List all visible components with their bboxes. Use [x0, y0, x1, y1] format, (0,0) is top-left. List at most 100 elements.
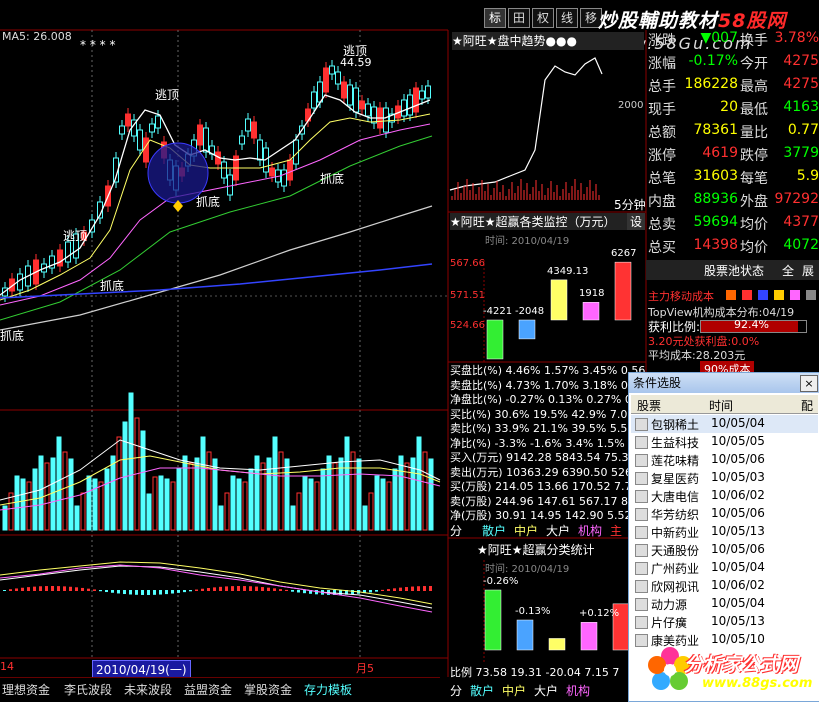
category-footer-3: 机构 — [566, 684, 591, 698]
screener-row[interactable]: 复星医药 10/05/03 — [631, 469, 818, 487]
category-bar-label-3: +0.12% — [579, 608, 620, 620]
candle-body — [221, 161, 227, 179]
category-bar-label-0: -0.26% — [483, 576, 519, 587]
volume-bar — [314, 481, 320, 531]
cost-icon-3[interactable] — [758, 290, 768, 300]
candle-body — [281, 169, 287, 187]
indicator-tab-3[interactable]: 益盟资金 — [184, 681, 232, 698]
volume-bar — [368, 492, 374, 531]
indicator-tab-1[interactable]: 李氏波段 — [64, 681, 112, 698]
intraday-title: ★阿旺★盘中趋势●●● — [452, 32, 644, 50]
column-match[interactable]: 配 — [801, 397, 813, 414]
right-marker: 月5 — [356, 662, 374, 675]
candle-body — [383, 107, 389, 133]
intraday-price-line — [449, 57, 603, 191]
volume-bar — [380, 478, 386, 531]
volume-bar — [362, 505, 368, 531]
monitor-title: ★阿旺★超赢各类监控（万元） — [450, 213, 628, 230]
candle-body — [269, 167, 275, 177]
monitor-settings-button[interactable]: 设 — [627, 213, 645, 230]
macd-bar — [165, 590, 168, 595]
screener-row[interactable]: 大唐电信 10/06/02 — [631, 487, 818, 505]
stats-footer-0: 散户 — [482, 524, 507, 538]
monitor-bar-4 — [614, 261, 632, 321]
screener-stock-date: 10/05/06 — [711, 506, 765, 520]
stock-icon — [635, 544, 648, 557]
quote-value-b: 4072 — [783, 237, 819, 253]
macd-bar — [27, 587, 30, 591]
screener-stock-name: 天通股份 — [651, 544, 700, 558]
cost-icon-4[interactable] — [774, 290, 784, 300]
annotation-bottom-catch-3: 抓底 — [100, 279, 125, 293]
close-icon[interactable]: × — [800, 375, 818, 392]
screener-row[interactable]: 莲花味精 10/05/06 — [631, 451, 818, 469]
cost-icon-6[interactable] — [806, 290, 816, 300]
screener-row[interactable]: 华芳纺织 10/05/06 — [631, 505, 818, 523]
candle-body — [125, 113, 131, 127]
volume-bar — [308, 478, 314, 531]
quote-label-a: 总笔 — [648, 171, 676, 187]
screener-row[interactable]: 生益科技 10/05/05 — [631, 433, 818, 451]
screener-row[interactable]: 欣网视讯 10/06/02 — [631, 577, 818, 595]
monitor-bar-label-3: 1918 — [579, 288, 605, 300]
macd-bar — [285, 589, 288, 591]
indicator-tab-4[interactable]: 掌股资金 — [244, 681, 292, 698]
stats-footer-3: 机构 — [578, 524, 603, 538]
cost-icon-2[interactable] — [742, 290, 752, 300]
quote-label-b: 今开 — [740, 56, 768, 72]
column-stock[interactable]: 股票 — [637, 397, 661, 414]
ma-line-blue — [0, 263, 433, 299]
screener-row[interactable]: 动力源 10/05/04 — [631, 595, 818, 613]
volume-bar — [332, 462, 338, 531]
pool-expand-button[interactable]: 展 — [802, 262, 814, 279]
volume-bar — [170, 481, 176, 531]
indicator-tab-5[interactable]: 存力模板 — [304, 681, 352, 698]
screener-row[interactable]: 天通股份 10/05/06 — [631, 541, 818, 559]
volume-bar — [140, 430, 146, 531]
volume-bar — [386, 481, 392, 531]
indicator-tab-2[interactable]: 未来波段 — [124, 681, 172, 698]
macd-bar — [105, 590, 108, 593]
cost-icon-1[interactable] — [726, 290, 736, 300]
volume-bar — [200, 436, 206, 531]
macd-bar — [273, 588, 276, 591]
volume-bar — [8, 492, 14, 531]
screener-stock-name: 动力源 — [651, 598, 688, 612]
volume-bar — [392, 468, 398, 531]
category-footer-0: 散户 — [470, 684, 495, 698]
screener-row[interactable]: 中新药业 10/05/13 — [631, 523, 818, 541]
quote-label-b: 最高 — [740, 79, 768, 95]
cost-icon-5[interactable] — [790, 290, 800, 300]
pool-all-button[interactable]: 全 — [782, 262, 794, 279]
candle-body — [143, 137, 149, 163]
column-time[interactable]: 时间 — [709, 397, 733, 414]
screener-row[interactable]: 片仔癀 10/05/13 — [631, 613, 818, 631]
macd-bar — [45, 586, 48, 591]
macd-bar — [195, 589, 198, 591]
indicator-tab-0[interactable]: 理想资金 — [2, 681, 50, 698]
quote-value-b: 4377 — [783, 214, 819, 230]
volume-bar — [86, 475, 92, 531]
stock-icon — [635, 436, 648, 449]
profit-ratio-value: 92.4% — [734, 318, 769, 331]
screener-stock-name: 欣网视讯 — [651, 580, 700, 594]
screener-row[interactable]: 包钢稀土 10/05/04 — [631, 415, 818, 433]
stats-footer-2: 大户 — [546, 524, 571, 538]
candle-body — [257, 139, 263, 161]
site-logo: 分析家公式网 www.88gs.com — [640, 640, 819, 700]
screener-stock-date: 10/05/04 — [711, 560, 765, 574]
screener-row[interactable]: 广州药业 10/05/04 — [631, 559, 818, 577]
volume-bar — [284, 458, 290, 531]
intraday-y-label: 2000 — [618, 100, 644, 111]
screener-stock-name: 生益科技 — [651, 436, 700, 450]
monitor-time: 时间: 2010/04/19 — [485, 236, 570, 247]
candle-body — [137, 129, 143, 151]
volume-bar — [128, 392, 134, 531]
quote-value-b: 97292 — [774, 191, 819, 207]
candle-body — [323, 67, 329, 93]
macd-bar — [69, 586, 72, 591]
volume-bar — [290, 505, 296, 531]
quote-value-a: 78361 — [693, 122, 738, 138]
dialog-title: 条件选股 — [629, 373, 819, 393]
quote-label-b: 均价 — [740, 240, 768, 256]
